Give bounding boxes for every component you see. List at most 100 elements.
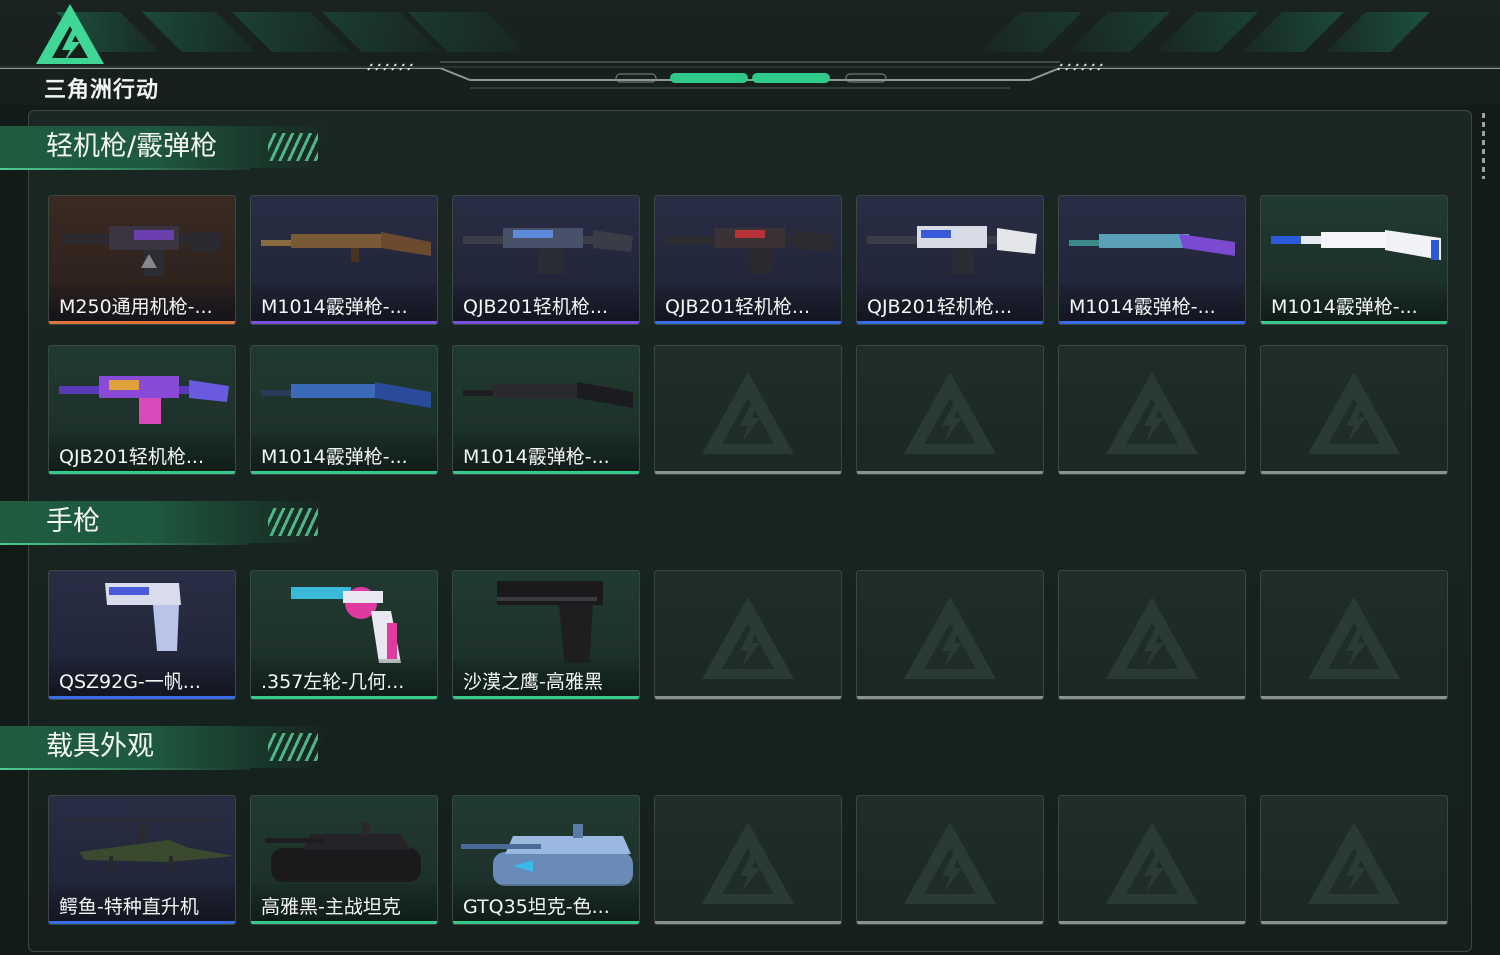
item-name: GTQ35坦克-色... <box>453 884 639 924</box>
item-card[interactable]: M1014霰弹枪-... <box>1260 195 1448 325</box>
empty-slot[interactable] <box>654 795 842 925</box>
rarity-bar <box>453 696 639 699</box>
empty-slot[interactable] <box>1058 795 1246 925</box>
item-card[interactable]: QJB201轻机枪... <box>856 195 1044 325</box>
item-name: 鳄鱼-特种直升机 <box>49 884 235 924</box>
item-name: M1014霰弹枪-... <box>1059 284 1245 324</box>
item-card[interactable]: QJB201轻机枪... <box>452 195 640 325</box>
section-title: 轻机枪/霰弹枪 <box>46 131 218 162</box>
item-art-lmg-galaxy <box>59 376 229 424</box>
placeholder-emblem-icon <box>1308 372 1400 454</box>
placeholder-emblem-icon <box>1308 597 1400 679</box>
rarity-bar <box>655 471 841 474</box>
section-underline <box>0 543 250 545</box>
top-header: 三角洲行动 <box>0 0 1500 105</box>
item-art-shotgun-wood <box>261 232 431 262</box>
item-name: QJB201轻机枪... <box>453 284 639 324</box>
item-name: M1014霰弹枪-... <box>251 284 437 324</box>
empty-slot[interactable] <box>856 570 1044 700</box>
item-name: 沙漠之鹰-高雅黑 <box>453 659 639 699</box>
section-header: 轻机枪/霰弹枪 <box>0 120 340 176</box>
item-card[interactable]: 高雅黑-主战坦克 <box>250 795 438 925</box>
item-card[interactable]: GTQ35坦克-色... <box>452 795 640 925</box>
section-stripes <box>268 508 318 536</box>
empty-slot[interactable] <box>856 795 1044 925</box>
placeholder-emblem-icon <box>1106 372 1198 454</box>
item-card[interactable]: .357左轮-几何... <box>250 570 438 700</box>
rarity-bar <box>1059 471 1245 474</box>
placeholder-emblem-icon <box>904 822 996 904</box>
rarity-bar <box>251 471 437 474</box>
rarity-bar <box>251 921 437 924</box>
rarity-bar <box>655 921 841 924</box>
item-name: M250通用机枪-... <box>49 284 235 324</box>
item-card[interactable]: 沙漠之鹰-高雅黑 <box>452 570 640 700</box>
rarity-bar <box>49 921 235 924</box>
empty-slot[interactable] <box>1058 345 1246 475</box>
section-underline <box>0 768 250 770</box>
placeholder-emblem-icon <box>702 822 794 904</box>
item-name: QSZ92G-一帆... <box>49 659 235 699</box>
empty-slot[interactable] <box>1260 345 1448 475</box>
rarity-bar <box>1261 471 1447 474</box>
item-art-lmg-red <box>665 228 835 274</box>
rarity-bar <box>49 696 235 699</box>
rarity-bar <box>655 696 841 699</box>
item-art-lmg-white <box>867 226 1037 274</box>
placeholder-emblem-icon <box>1106 822 1198 904</box>
empty-slot[interactable] <box>654 570 842 700</box>
rarity-bar <box>1261 921 1447 924</box>
item-card[interactable]: 鳄鱼-特种直升机 <box>48 795 236 925</box>
rarity-bar <box>251 696 437 699</box>
rarity-bar <box>453 471 639 474</box>
item-name: QJB201轻机枪... <box>49 434 235 474</box>
placeholder-emblem-icon <box>904 597 996 679</box>
item-name: M1014霰弹枪-... <box>251 434 437 474</box>
item-card[interactable]: QJB201轻机枪... <box>48 345 236 475</box>
item-card[interactable]: M1014霰弹枪-... <box>250 345 438 475</box>
item-name: M1014霰弹枪-... <box>1261 284 1447 324</box>
rarity-bar <box>1261 321 1447 324</box>
rarity-bar <box>1261 696 1447 699</box>
empty-slot[interactable] <box>1260 795 1448 925</box>
section-stripes <box>268 733 318 761</box>
rarity-bar <box>453 321 639 324</box>
empty-slot[interactable] <box>856 345 1044 475</box>
item-art-revolver-pink <box>291 587 401 663</box>
item-card[interactable]: M1014霰弹枪-... <box>452 345 640 475</box>
rarity-bar <box>857 921 1043 924</box>
placeholder-emblem-icon <box>1106 597 1198 679</box>
item-art-lmg-blue <box>463 228 633 274</box>
rarity-bar <box>1059 321 1245 324</box>
item-card[interactable]: M250通用机枪-... <box>48 195 236 325</box>
empty-slot[interactable] <box>1260 570 1448 700</box>
empty-slot[interactable] <box>654 345 842 475</box>
item-card[interactable]: QSZ92G-一帆... <box>48 570 236 700</box>
scrollbar[interactable] <box>1482 113 1485 179</box>
item-art-deagle-black <box>497 581 603 663</box>
item-art-shotgun-blue <box>261 382 431 408</box>
rarity-bar <box>857 471 1043 474</box>
item-name: M1014霰弹枪-... <box>453 434 639 474</box>
placeholder-emblem-icon <box>904 372 996 454</box>
section-stripes <box>268 133 318 161</box>
rarity-bar <box>655 321 841 324</box>
placeholder-emblem-icon <box>1308 822 1400 904</box>
rarity-bar <box>49 321 235 324</box>
empty-slot[interactable] <box>1058 570 1246 700</box>
placeholder-emblem-icon <box>702 372 794 454</box>
rarity-bar <box>857 696 1043 699</box>
item-name: 高雅黑-主战坦克 <box>251 884 437 924</box>
item-card[interactable]: QJB201轻机枪... <box>654 195 842 325</box>
rarity-bar <box>251 321 437 324</box>
item-card[interactable]: M1014霰弹枪-... <box>250 195 438 325</box>
item-card[interactable]: M1014霰弹枪-... <box>1058 195 1246 325</box>
header-decoration <box>0 12 1500 89</box>
section-title: 载具外观 <box>46 731 154 762</box>
item-name: .357左轮-几何... <box>251 659 437 699</box>
item-art-shotgun-white <box>1271 230 1441 260</box>
section-header: 载具外观 <box>0 720 340 776</box>
rarity-bar <box>857 321 1043 324</box>
rarity-bar <box>49 471 235 474</box>
rarity-bar <box>1059 696 1245 699</box>
